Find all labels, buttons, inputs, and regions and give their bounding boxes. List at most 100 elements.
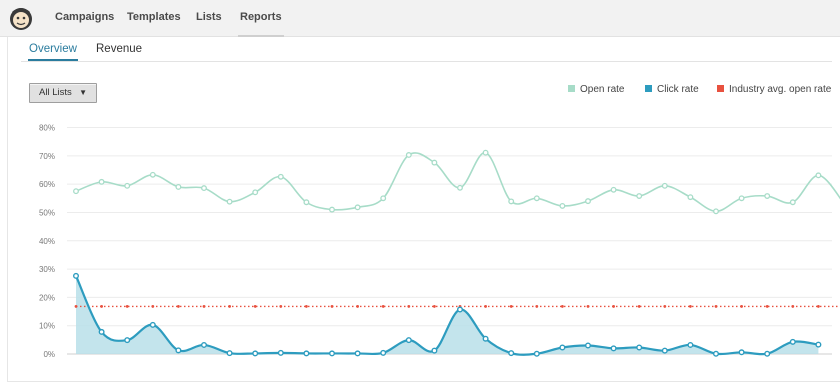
click-rate-point [124,337,131,344]
industry-avg-point [433,305,436,308]
open-rate-point [764,193,771,199]
industry-avg-point [561,305,564,308]
industry-avg-point [663,305,667,308]
rates-line-chart: 80% 70% 60% 50% 40% 30% 20% 10% 0% [39,124,840,359]
open-rate-point [661,182,668,189]
click-rate-point [789,338,796,345]
y-tick-label: 40% [39,237,55,246]
open-rate-point [175,184,182,190]
industry-avg-point [305,305,308,308]
click-rate-point [380,349,387,356]
click-rate-point [329,350,336,357]
click-rate-point [431,347,438,354]
open-rate-point [431,159,438,166]
open-rate-point [610,186,617,193]
click-rate-point [200,341,207,348]
click-rate-point [559,344,566,351]
open-rate-point [585,198,591,205]
open-rate-point [124,182,131,189]
y-tick-label: 50% [39,208,55,217]
open-rate-point [380,195,387,202]
open-rate-point [98,178,105,185]
click-rate-point [482,335,489,342]
open-rate-point [508,198,515,205]
industry-avg-point [330,305,334,308]
open-rate-point [149,171,156,178]
y-tick-label: 60% [39,180,55,189]
open-rate-point [713,208,719,215]
click-rate-point [508,350,515,357]
industry-avg-point [202,305,206,308]
click-rate-point [815,341,822,348]
click-rate-point [72,272,79,279]
y-tick-label: 20% [39,293,55,302]
industry-avg-point [177,305,180,308]
industry-avg-point [407,305,411,308]
open-rate-point [738,195,745,202]
industry-avg-point [279,305,283,308]
click-rate-point [303,350,310,357]
click-rate-point [98,328,105,335]
open-rate-point [226,198,233,205]
industry-avg-point [586,305,590,308]
industry-avg-point [125,305,129,308]
open-rate-point [405,152,412,158]
industry-avg-point [689,305,692,308]
industry-avg-point [765,305,769,308]
open-rate-point [533,195,540,202]
y-tick-label: 0% [43,350,55,359]
open-rate-point [252,189,259,196]
industry-avg-point [535,305,539,308]
industry-avg-point [100,305,103,308]
industry-avg-point [612,305,615,308]
click-rate-point [226,350,233,357]
click-rate-point [405,337,412,344]
y-tick-label: 30% [39,265,55,274]
open-rate-point [482,149,489,156]
click-rate-point [687,341,694,348]
click-rate-point [149,321,156,328]
click-rate-point [610,345,617,352]
open-rate-point [277,173,284,180]
industry-avg-point [714,305,718,308]
click-rate-point [277,349,284,356]
industry-avg-point [381,305,385,308]
click-rate-point [713,350,720,357]
open-rate-line [75,151,840,213]
open-rate-point [73,188,79,195]
y-tick-label: 70% [39,152,55,161]
open-rate-point [789,199,796,206]
open-rate-point [687,194,694,201]
open-rate-point [636,193,643,199]
click-rate-area [76,275,819,355]
open-rate-point [329,206,335,213]
industry-avg-point [253,305,257,308]
industry-avg-point [791,305,795,308]
industry-avg-point [484,305,487,308]
open-rate-point [559,202,566,209]
industry-avg-point [509,305,513,308]
industry-avg-point [151,305,155,308]
open-rate-point [815,172,822,179]
open-rate-point [457,184,463,191]
click-rate-point [354,350,361,357]
y-tick-label: 10% [39,322,55,331]
click-rate-point [457,306,464,313]
click-rate-point [636,344,643,351]
click-rate-point [252,350,259,357]
click-rate-point [661,347,668,354]
industry-avg-point [74,305,78,308]
click-rate-point [585,342,592,349]
industry-avg-point [817,305,820,308]
click-rate-point [175,347,182,354]
open-rate-point [354,204,361,211]
click-rate-point [533,350,540,357]
industry-avg-point [637,305,641,308]
y-tick-label: 80% [39,124,55,133]
industry-avg-point [740,305,743,308]
click-rate-point [738,349,745,356]
open-rate-point [201,185,207,192]
click-rate-point [764,350,771,357]
open-rate-point [303,199,310,206]
industry-avg-point [228,305,232,308]
